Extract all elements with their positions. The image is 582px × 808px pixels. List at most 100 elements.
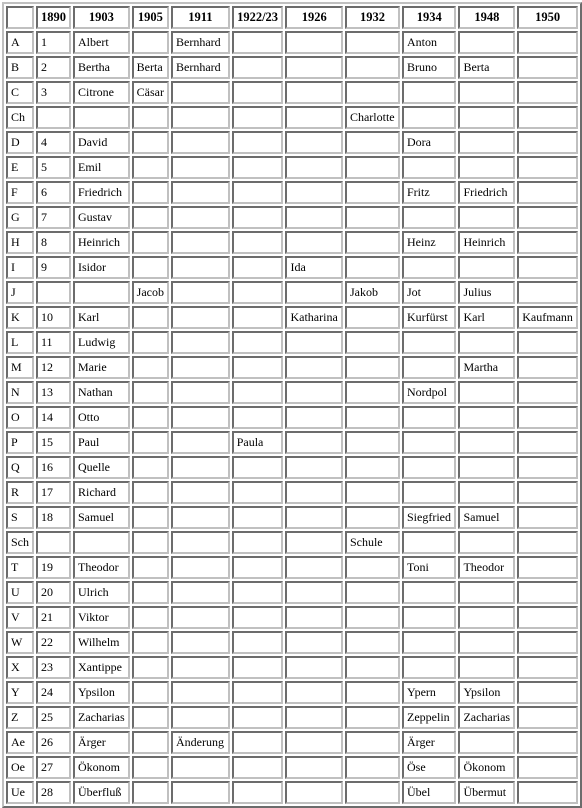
row-header-letter: N bbox=[6, 381, 34, 404]
table-cell: Kurfürst bbox=[402, 306, 457, 329]
table-cell bbox=[344, 681, 400, 704]
row-header-letter: Ch bbox=[6, 106, 34, 129]
table-cell bbox=[458, 206, 516, 229]
table-cell bbox=[171, 656, 230, 679]
table-row: Sch Schule bbox=[6, 531, 578, 554]
table-cell bbox=[285, 431, 343, 454]
table-cell bbox=[344, 581, 400, 604]
table-cell: Heinrich bbox=[73, 231, 130, 254]
table-cell: Ludwig bbox=[73, 331, 130, 354]
table-cell bbox=[402, 406, 457, 429]
table-cell bbox=[517, 506, 578, 529]
table-cell bbox=[131, 206, 169, 229]
table-cell: Ida bbox=[285, 256, 343, 279]
table-row: U 20 Ulrich bbox=[6, 581, 578, 604]
table-cell bbox=[131, 731, 169, 754]
table-cell bbox=[285, 181, 343, 204]
table-cell bbox=[517, 356, 578, 379]
column-header-1948: 1948 bbox=[458, 6, 516, 29]
table-cell: Zacharias bbox=[73, 706, 130, 729]
table-cell bbox=[344, 606, 400, 629]
table-cell: Citrone bbox=[73, 81, 130, 104]
table-cell: Bernhard bbox=[171, 56, 230, 79]
table-cell bbox=[131, 156, 169, 179]
table-cell bbox=[231, 631, 284, 654]
table-cell: Zacharias bbox=[458, 706, 516, 729]
table-cell: Ypsilon bbox=[73, 681, 130, 704]
table-cell: 27 bbox=[36, 756, 71, 779]
table-row: Oe 27 Ökonom Öse Ökonom bbox=[6, 756, 578, 779]
table-cell bbox=[285, 31, 343, 54]
table-cell bbox=[131, 431, 169, 454]
table-cell bbox=[344, 231, 400, 254]
table-cell bbox=[231, 206, 284, 229]
table-cell bbox=[344, 456, 400, 479]
table-cell bbox=[458, 731, 516, 754]
table-cell bbox=[171, 706, 230, 729]
table-cell bbox=[231, 381, 284, 404]
table-cell: Theodor bbox=[73, 556, 130, 579]
table-cell bbox=[344, 781, 400, 804]
table-cell bbox=[73, 531, 130, 554]
table-cell: Charlotte bbox=[344, 106, 400, 129]
table-cell bbox=[402, 206, 457, 229]
table-cell bbox=[517, 481, 578, 504]
table-row: V 21 Viktor bbox=[6, 606, 578, 629]
table-cell bbox=[344, 356, 400, 379]
table-cell: 3 bbox=[36, 81, 71, 104]
table-row: J Jacob Jakob Jot Julius bbox=[6, 281, 578, 304]
table-row: N 13 Nathan Nordpol bbox=[6, 381, 578, 404]
table-cell: Heinrich bbox=[458, 231, 516, 254]
table-cell bbox=[517, 56, 578, 79]
table-cell bbox=[36, 531, 71, 554]
table-cell bbox=[171, 456, 230, 479]
table-cell: 1 bbox=[36, 31, 71, 54]
table-cell bbox=[517, 606, 578, 629]
table-cell: 15 bbox=[36, 431, 71, 454]
table-row: M 12 Marie Martha bbox=[6, 356, 578, 379]
table-cell bbox=[285, 556, 343, 579]
table-cell: 19 bbox=[36, 556, 71, 579]
table-row: Ae 26 Ärger Änderung Ärger bbox=[6, 731, 578, 754]
table-body: A 1 Albert Bernhard Anton B 2 Bertha Berta Bernha… bbox=[6, 31, 578, 804]
table-cell: 24 bbox=[36, 681, 71, 704]
table-cell: Emil bbox=[73, 156, 130, 179]
table-cell bbox=[517, 131, 578, 154]
table-cell bbox=[402, 256, 457, 279]
table-cell bbox=[131, 556, 169, 579]
table-cell bbox=[517, 556, 578, 579]
table-cell bbox=[458, 156, 516, 179]
row-header-letter: T bbox=[6, 556, 34, 579]
table-cell bbox=[344, 256, 400, 279]
table-cell bbox=[131, 781, 169, 804]
table-cell: 18 bbox=[36, 506, 71, 529]
table-cell: Schule bbox=[344, 531, 400, 554]
table-cell bbox=[171, 756, 230, 779]
table-cell bbox=[344, 706, 400, 729]
table-cell bbox=[517, 106, 578, 129]
table-cell bbox=[285, 756, 343, 779]
table-cell bbox=[517, 756, 578, 779]
table-cell bbox=[171, 331, 230, 354]
row-header-letter: Z bbox=[6, 706, 34, 729]
table-cell: Friedrich bbox=[458, 181, 516, 204]
table-cell bbox=[344, 131, 400, 154]
table-cell bbox=[231, 456, 284, 479]
table-cell bbox=[517, 456, 578, 479]
table-cell: 4 bbox=[36, 131, 71, 154]
table-cell bbox=[171, 556, 230, 579]
table-cell: Quelle bbox=[73, 456, 130, 479]
table-cell bbox=[131, 681, 169, 704]
table-cell bbox=[171, 481, 230, 504]
table-cell: 28 bbox=[36, 781, 71, 804]
table-cell bbox=[285, 506, 343, 529]
table-cell: 16 bbox=[36, 456, 71, 479]
table-cell bbox=[402, 81, 457, 104]
table-cell bbox=[344, 56, 400, 79]
row-header-letter: Ae bbox=[6, 731, 34, 754]
table-cell bbox=[517, 206, 578, 229]
table-cell bbox=[285, 281, 343, 304]
table-cell: Jakob bbox=[344, 281, 400, 304]
table-cell bbox=[131, 456, 169, 479]
table-cell bbox=[344, 631, 400, 654]
